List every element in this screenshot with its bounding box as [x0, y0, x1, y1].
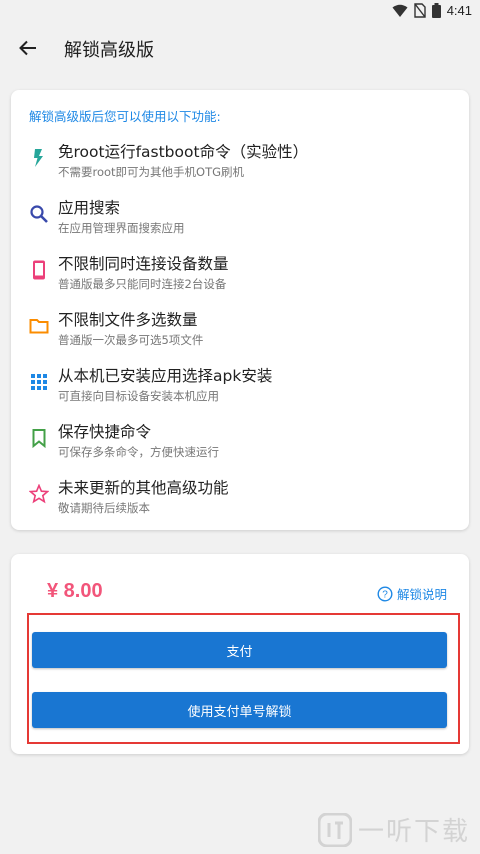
- unlock-help-label: 解锁说明: [396, 587, 447, 602]
- payment-card: ¥ 8.00 ? 解锁说明 支付 使用支付单号解锁: [11, 554, 469, 754]
- price-label: ¥ 8.00: [47, 580, 103, 602]
- feature-desc: 可直接向目标设备安装本机应用: [58, 389, 219, 403]
- watermark-text: 一听下载: [357, 817, 470, 847]
- help-circle-icon: ?: [377, 585, 393, 602]
- feature-title: 不限制同时连接设备数量: [58, 255, 229, 273]
- status-bar: 4:41: [0, 0, 480, 24]
- feature-item-app-search: 应用搜索 在应用管理界面搜索应用: [11, 196, 469, 246]
- feature-desc: 不需要root即可为其他手机OTG刷机: [58, 165, 245, 179]
- battery-icon: [431, 3, 441, 18]
- wifi-icon: [392, 4, 408, 17]
- feature-item-fastboot: 免root运行fastboot命令（实验性） 不需要root即可为其他手机OTG…: [11, 140, 469, 190]
- status-icons: 4:41: [392, 3, 472, 18]
- feature-desc: 可保存多条命令，方便快速运行: [58, 445, 219, 459]
- feature-title: 保存快捷命令: [58, 423, 152, 441]
- feature-item-apk-install: 从本机已安装应用选择apk安装 可直接向目标设备安装本机应用: [11, 364, 469, 414]
- svg-text:?: ?: [382, 589, 388, 600]
- bookmark-icon: [32, 429, 46, 448]
- feature-desc: 敬请期待后续版本: [58, 501, 150, 515]
- status-time: 4:41: [446, 3, 472, 18]
- feature-desc: 普通版最多只能同时连接2台设备: [58, 277, 227, 291]
- feature-desc: 在应用管理界面搜索应用: [58, 221, 185, 235]
- feature-title: 免root运行fastboot命令（实验性）: [58, 143, 309, 161]
- feature-item-future: 未来更新的其他高级功能 敬请期待后续版本: [11, 476, 469, 526]
- no-sim-icon: [413, 3, 426, 18]
- feature-title: 应用搜索: [58, 199, 121, 217]
- feature-item-quick-commands: 保存快捷命令 可保存多条命令，方便快速运行: [11, 420, 469, 470]
- feature-title: 未来更新的其他高级功能: [58, 479, 229, 497]
- apps-grid-icon: [31, 374, 47, 390]
- star-icon: [29, 484, 49, 504]
- feature-item-multi-select: 不限制文件多选数量 普通版一次最多可选5项文件: [11, 308, 469, 358]
- features-card: 解锁高级版后您可以使用以下功能: 免root运行fastboot命令（实验性） …: [11, 90, 469, 530]
- flash-icon: [34, 149, 43, 167]
- folder-icon: [29, 319, 49, 334]
- unlock-help-link[interactable]: ? 解锁说明: [377, 584, 447, 603]
- search-icon: [30, 205, 48, 223]
- unlock-by-order-button[interactable]: 使用支付单号解锁: [32, 692, 447, 728]
- features-header: 解锁高级版后您可以使用以下功能:: [29, 109, 221, 124]
- app-bar: 解锁高级版: [0, 24, 480, 72]
- arrow-back-icon: [19, 40, 36, 56]
- phone-icon: [33, 260, 45, 280]
- feature-item-multi-device: 不限制同时连接设备数量 普通版最多只能同时连接2台设备: [11, 252, 469, 302]
- feature-title: 从本机已安装应用选择apk安装: [58, 367, 273, 385]
- feature-desc: 普通版一次最多可选5项文件: [58, 333, 204, 347]
- pay-button[interactable]: 支付: [32, 632, 447, 668]
- feature-title: 不限制文件多选数量: [58, 311, 198, 329]
- back-button[interactable]: [10, 30, 46, 66]
- page-title: 解锁高级版: [64, 40, 154, 61]
- watermark-icon: [317, 812, 352, 847]
- watermark-logo: 一听下载: [317, 811, 470, 848]
